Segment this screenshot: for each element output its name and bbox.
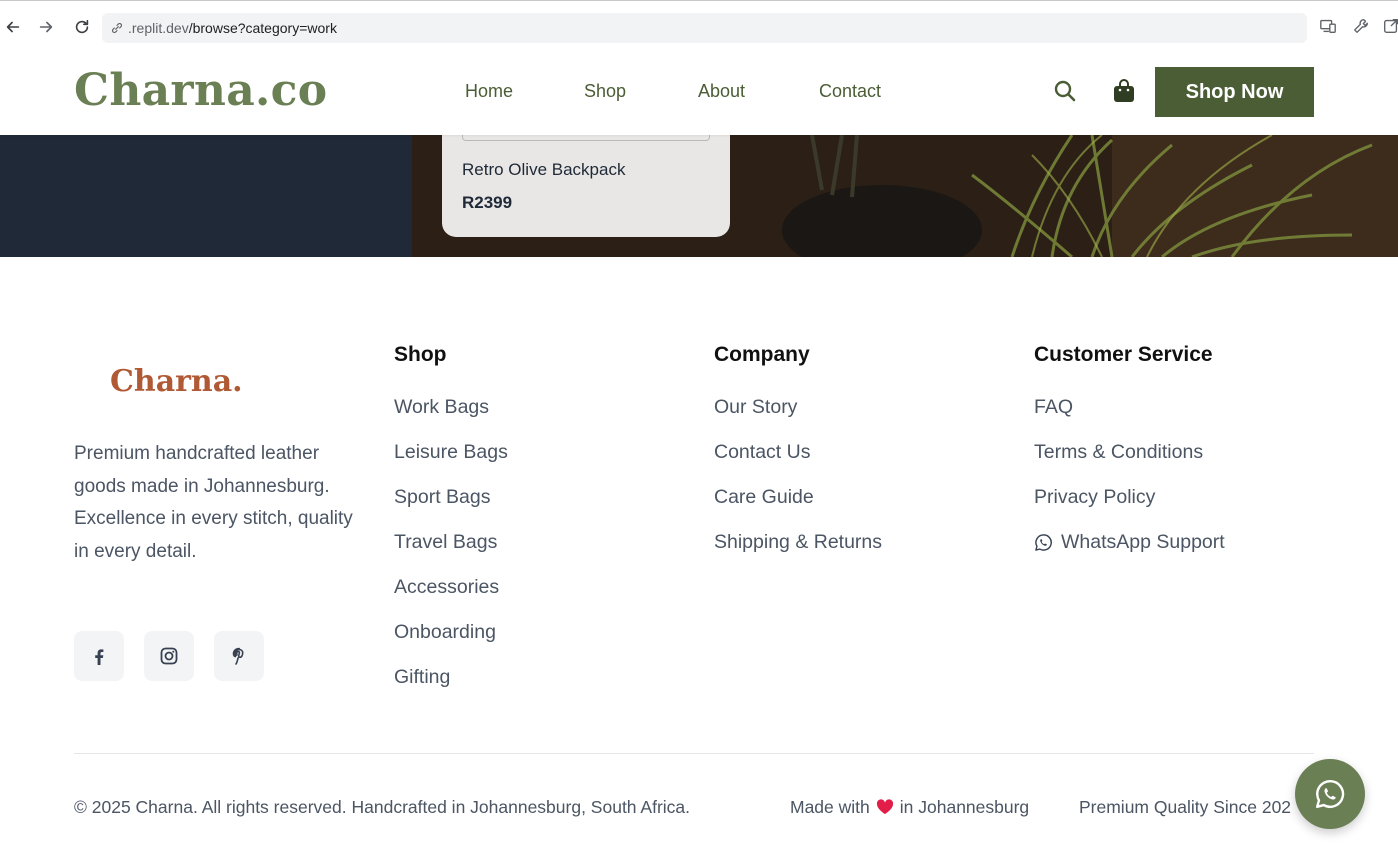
wrench-icon [1354, 19, 1368, 33]
devices-button[interactable] [1317, 15, 1339, 37]
nav-contact[interactable]: Contact [819, 81, 881, 102]
shop-column-title: Shop [394, 343, 447, 366]
site-header: Charna.co Home Shop About Contact Shop N… [0, 50, 1398, 135]
browser-toolbar: .replit.dev/browse?category=work [0, 0, 1398, 50]
arrow-right-icon [39, 21, 53, 33]
link-leisure-bags[interactable]: Leisure Bags [394, 441, 508, 464]
external-link-icon [1384, 19, 1398, 33]
company-column-title: Company [714, 343, 810, 366]
product-name: Retro Olive Backpack [462, 160, 626, 179]
link-onboarding[interactable]: Onboarding [394, 621, 496, 644]
product-card[interactable]: Retro Olive Backpack R2399 [442, 125, 730, 237]
link-sport-bags[interactable]: Sport Bags [394, 486, 490, 509]
whatsapp-support-label: WhatsApp Support [1061, 531, 1225, 553]
url-host: .replit.dev [128, 20, 189, 36]
shopping-bag-icon [1114, 79, 1134, 102]
copyright-text: © 2025 Charna. All rights reserved. Hand… [74, 797, 691, 817]
nav-home[interactable]: Home [465, 81, 513, 102]
link-our-story[interactable]: Our Story [714, 396, 797, 419]
link-terms-conditions[interactable]: Terms & Conditions [1034, 441, 1203, 464]
devices-icon [1320, 19, 1336, 33]
facebook-button[interactable] [74, 631, 124, 681]
nav-shop[interactable]: Shop [584, 81, 626, 102]
link-privacy-policy[interactable]: Privacy Policy [1034, 486, 1155, 509]
forward-button[interactable] [33, 13, 59, 41]
link-whatsapp-support[interactable]: WhatsApp Support [1034, 531, 1225, 554]
url-path: /browse?category=work [188, 20, 337, 36]
facebook-icon [95, 649, 104, 665]
made-with-prefix: Made with [790, 797, 870, 817]
search-button[interactable] [1052, 77, 1078, 105]
link-icon [112, 23, 122, 33]
link-faq[interactable]: FAQ [1034, 396, 1073, 419]
made-with-suffix: in Johannesburg [899, 797, 1030, 817]
hero-dark-panel [0, 135, 412, 257]
arrow-left-icon [6, 21, 20, 33]
link-accessories[interactable]: Accessories [394, 576, 499, 599]
reload-icon [75, 19, 89, 34]
footer-divider [74, 753, 1314, 754]
search-icon [1054, 80, 1076, 102]
shop-now-button[interactable]: Shop Now [1155, 67, 1314, 117]
heart-icon [876, 799, 893, 814]
footer-description: Premium handcrafted leather goods made i… [74, 443, 353, 562]
whatsapp-icon [1316, 779, 1345, 808]
cart-button[interactable] [1111, 77, 1137, 105]
address-bar[interactable]: .replit.dev/browse?category=work [102, 13, 1307, 43]
customer-service-column-title: Customer Service [1034, 343, 1213, 366]
pinterest-icon [232, 647, 244, 665]
made-with-text: Made with in Johannesburg [790, 797, 1029, 818]
open-new-tab-button[interactable] [1380, 15, 1398, 37]
footer-logo[interactable]: Charna. [110, 364, 243, 399]
link-shipping-returns[interactable]: Shipping & Returns [714, 531, 882, 554]
back-button[interactable] [0, 13, 26, 41]
instagram-button[interactable] [144, 631, 194, 681]
instagram-icon [160, 647, 178, 665]
tools-button[interactable] [1350, 15, 1372, 37]
link-travel-bags[interactable]: Travel Bags [394, 531, 497, 554]
link-care-guide[interactable]: Care Guide [714, 486, 814, 509]
link-gifting[interactable]: Gifting [394, 666, 450, 689]
site-logo[interactable]: Charna.co [74, 65, 327, 116]
reload-button[interactable] [69, 13, 95, 41]
whatsapp-icon [1035, 534, 1052, 551]
premium-quality-text: Premium Quality Since 202 [1079, 797, 1292, 817]
nav-about[interactable]: About [698, 81, 745, 102]
product-price: R2399 [462, 193, 513, 212]
pinterest-button[interactable] [214, 631, 264, 681]
whatsapp-chat-button[interactable] [1295, 759, 1365, 829]
link-contact-us[interactable]: Contact Us [714, 441, 810, 464]
link-work-bags[interactable]: Work Bags [394, 396, 489, 419]
